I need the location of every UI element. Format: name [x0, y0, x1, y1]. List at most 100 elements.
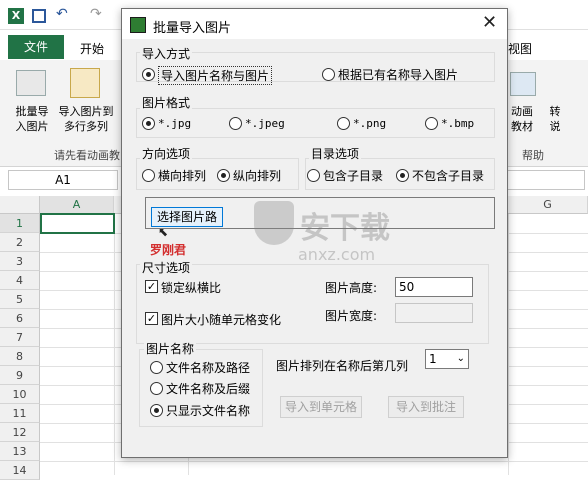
radio-horizontal[interactable]: [142, 169, 155, 182]
radio-bmp[interactable]: [425, 117, 438, 130]
position-select[interactable]: 1 ⌄: [425, 349, 469, 369]
app-cube-icon: [130, 17, 146, 33]
import-multi-icon: [70, 68, 100, 98]
row-header-12[interactable]: 12: [0, 423, 40, 442]
row-header-2[interactable]: 2: [0, 233, 40, 252]
close-icon[interactable]: ✕: [482, 12, 497, 33]
batch-import-dialog: 批量导入图片 ✕ 导入方式 导入图片名称与图片 根据已有名称导入图片 图片格式 …: [121, 8, 508, 458]
jpeg-label[interactable]: *.jpeg: [245, 117, 285, 130]
height-input[interactable]: 50: [395, 277, 473, 297]
animation-button[interactable]: 动画 教材: [506, 104, 538, 134]
name-with-path-label[interactable]: 文件名称及路径: [166, 359, 250, 376]
redo-icon[interactable]: ↷: [90, 6, 102, 22]
batch-import-button[interactable]: 批量导 入图片: [10, 104, 54, 134]
width-input[interactable]: [395, 303, 473, 323]
watermark-url: anxz.com: [298, 245, 376, 264]
position-value: 1: [429, 352, 437, 366]
tab-view[interactable]: 视图: [508, 40, 532, 57]
png-label[interactable]: *.png: [353, 117, 386, 130]
radio-vertical[interactable]: [217, 169, 230, 182]
size-label: 尺寸选项: [140, 259, 193, 276]
import-multi-button[interactable]: 导入图片到 多行多列: [56, 104, 116, 134]
dialog-titlebar: 批量导入图片 ✕: [122, 9, 507, 39]
row-header-5[interactable]: 5: [0, 290, 40, 309]
height-label: 图片高度:: [325, 281, 378, 295]
select-all-corner[interactable]: [0, 196, 40, 214]
row-header-9[interactable]: 9: [0, 366, 40, 385]
name-box[interactable]: A1: [8, 170, 118, 190]
row-header-7[interactable]: 7: [0, 328, 40, 347]
bmp-label[interactable]: *.bmp: [441, 117, 474, 130]
row-header-14[interactable]: 14: [0, 461, 40, 480]
gridline: [114, 214, 115, 475]
help-group-label: 帮助: [522, 149, 544, 162]
lock-ratio-checkbox[interactable]: ✓: [145, 280, 158, 293]
row-header-13[interactable]: 13: [0, 442, 40, 461]
watermark-text: 安下载: [300, 211, 390, 246]
right-partial-label-2: 说: [549, 120, 561, 133]
direction-label: 方向选项: [140, 145, 193, 162]
row-header-6[interactable]: 6: [0, 309, 40, 328]
excel-logo-icon: X: [8, 8, 24, 24]
row-header-8[interactable]: 8: [0, 347, 40, 366]
select-path-button[interactable]: 选择图片路: [151, 207, 223, 227]
row-header-10[interactable]: 10: [0, 385, 40, 404]
row-header-11[interactable]: 11: [0, 404, 40, 423]
radio-name-with-extension[interactable]: [150, 382, 163, 395]
animation-icon: [510, 72, 536, 96]
resize-with-cell-label[interactable]: 图片大小随单元格变化: [161, 311, 281, 328]
radio-include-subdir[interactable]: [307, 169, 320, 182]
save-icon[interactable]: [32, 9, 46, 23]
radio-name-with-path[interactable]: [150, 361, 163, 374]
radio-name-only[interactable]: [150, 404, 163, 417]
radio-exclude-subdir[interactable]: [396, 169, 409, 182]
radio-png[interactable]: [337, 117, 350, 130]
import-multi-label-1: 导入图片到: [58, 105, 114, 118]
undo-icon[interactable]: ↶: [56, 6, 68, 22]
import-to-cells-button[interactable]: 导入到单元格: [280, 396, 362, 418]
right-partial-button[interactable]: 转 说: [548, 104, 562, 134]
lock-ratio-label[interactable]: 锁定纵横比: [161, 279, 221, 296]
radio-jpeg[interactable]: [229, 117, 242, 130]
name-only-label[interactable]: 只显示文件名称: [166, 402, 250, 419]
column-header-a[interactable]: A: [40, 196, 114, 214]
import-by-existing-name-label[interactable]: 根据已有名称导入图片: [338, 66, 458, 83]
radio-jpg[interactable]: [142, 117, 155, 130]
image-name-label: 图片名称: [144, 340, 197, 357]
batch-import-label-1: 批量导: [15, 105, 49, 118]
gridline: [508, 214, 509, 475]
radio-import-name-and-image[interactable]: [142, 68, 155, 81]
import-name-and-image-label[interactable]: 导入图片名称与图片: [158, 66, 273, 85]
import-multi-label-2: 多行多列: [64, 120, 108, 133]
dialog-title: 批量导入图片: [153, 21, 232, 36]
radio-import-by-existing-name[interactable]: [322, 68, 335, 81]
position-label: 图片排列在名称后第几列: [276, 359, 409, 373]
watermark-shield-icon: [254, 201, 294, 245]
resize-with-cell-checkbox[interactable]: ✓: [145, 312, 158, 325]
animation-label-1: 动画: [511, 105, 533, 118]
batch-import-label-2: 入图片: [15, 120, 49, 133]
import-mode-label: 导入方式: [140, 45, 193, 62]
row-header-3[interactable]: 3: [0, 252, 40, 271]
row-header-4[interactable]: 4: [0, 271, 40, 290]
chevron-down-icon: ⌄: [456, 353, 465, 364]
name-with-extension-label[interactable]: 文件名称及后缀: [166, 380, 250, 397]
row-header-1[interactable]: 1: [0, 214, 40, 233]
mouse-cursor-icon: ⬉: [158, 225, 169, 239]
horizontal-label[interactable]: 横向排列: [158, 167, 206, 184]
ribbon-group-label: 请先看动画教: [54, 149, 120, 162]
batch-import-icon: [16, 70, 46, 96]
tab-home[interactable]: 开始: [80, 40, 104, 57]
jpg-label[interactable]: *.jpg: [158, 117, 191, 130]
exclude-subdir-label[interactable]: 不包含子目录: [412, 167, 484, 184]
column-header-g[interactable]: G: [508, 196, 588, 214]
import-to-comments-button[interactable]: 导入到批注: [388, 396, 464, 418]
include-subdir-label[interactable]: 包含子目录: [323, 167, 383, 184]
image-format-label: 图片格式: [140, 94, 193, 111]
vertical-label[interactable]: 纵向排列: [233, 167, 281, 184]
right-partial-label-1: 转: [549, 105, 561, 118]
active-cell-a1[interactable]: [40, 213, 115, 234]
tab-file[interactable]: 文件: [8, 35, 64, 59]
animation-label-2: 教材: [511, 120, 533, 133]
author-label: 罗刚君: [150, 243, 187, 257]
